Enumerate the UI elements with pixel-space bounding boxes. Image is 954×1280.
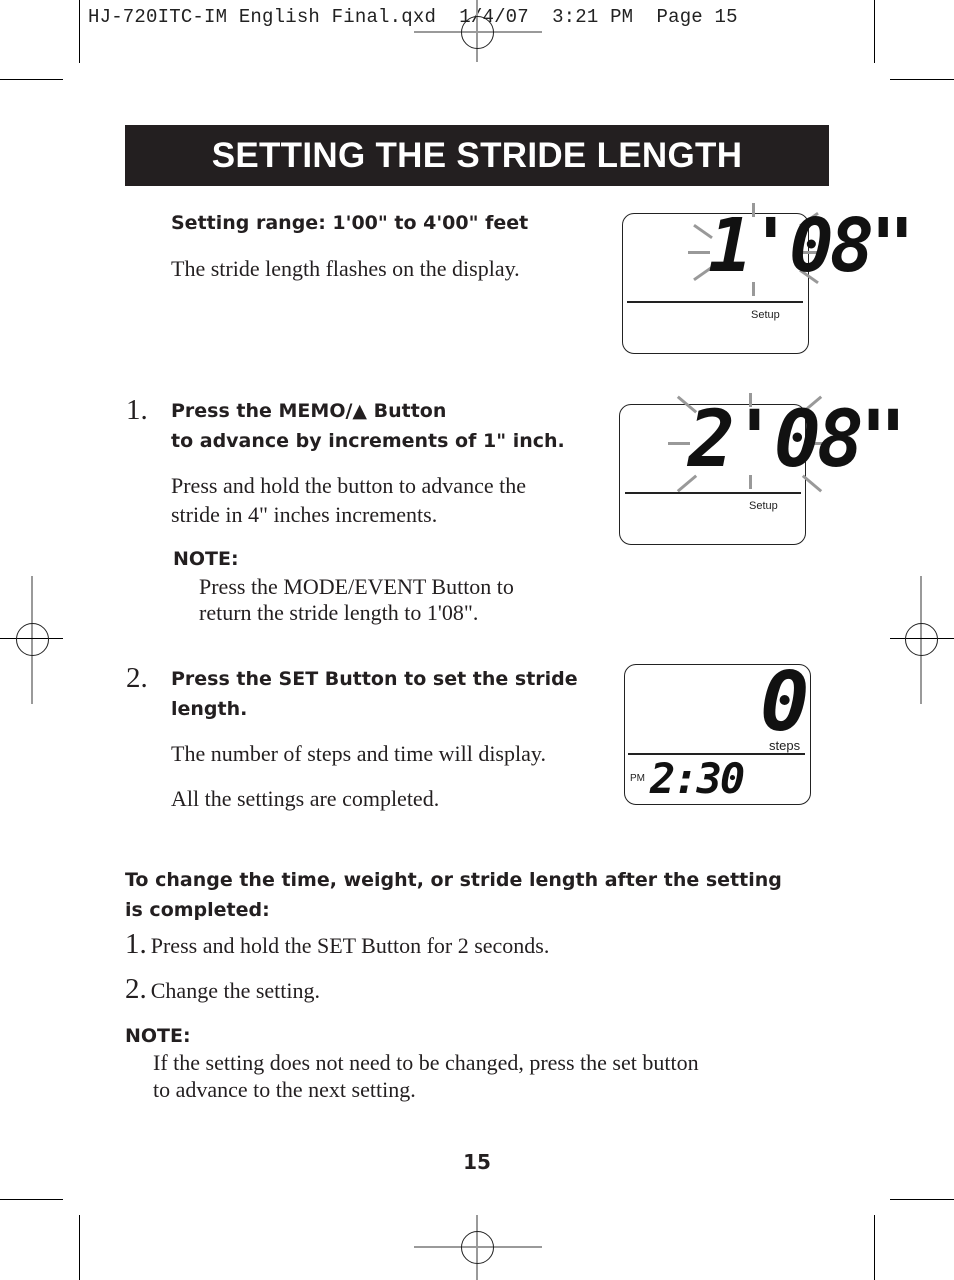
change-item-1: 1. Press and hold the SET Button for 2 s… <box>125 928 549 961</box>
change-heading-line2: is completed: <box>125 899 270 921</box>
lcd-2-label: Setup <box>749 500 778 512</box>
step-2-body-line1: The number of steps and time will displa… <box>171 741 546 766</box>
change-item-2: 2. Change the setting. <box>125 973 320 1006</box>
crop-mark <box>79 0 80 63</box>
step-1-heading-line1: Press the MEMO/▲ Button <box>171 400 447 422</box>
change-note-line1: If the setting does not need to be chang… <box>153 1050 699 1075</box>
lcd-3-time: 2:30 <box>650 754 745 803</box>
change-item-2-text: Change the setting. <box>150 978 320 1003</box>
lcd-1-label: Setup <box>751 309 780 321</box>
step-1-number: 1. <box>126 394 148 426</box>
setting-range: Setting range: 1'00" to 4'00" feet <box>171 212 529 234</box>
lcd-2-value: 2'08" <box>688 395 907 485</box>
step-2-heading-line2: length. <box>171 698 248 720</box>
crop-mark <box>874 1215 875 1280</box>
crop-mark <box>874 0 875 63</box>
page-number: 15 <box>463 1150 491 1174</box>
crop-mark <box>0 79 63 80</box>
change-heading-line1: To change the time, weight, or stride le… <box>125 869 782 891</box>
step-1-note-line1: Press the MODE/EVENT Button to <box>199 574 514 599</box>
change-item-2-number: 2. <box>125 973 147 1005</box>
change-note-label: NOTE: <box>125 1025 191 1047</box>
step-2-number: 2. <box>126 662 148 694</box>
step-2-heading-line1: Press the SET Button to set the stride <box>171 668 578 690</box>
lcd-3-steps-value: 0 <box>760 655 809 750</box>
crop-mark <box>0 1199 63 1200</box>
step-1-note-line2: return the stride length to 1'08". <box>199 600 479 625</box>
step-1-body-line2: stride in 4" inches increments. <box>171 502 438 527</box>
flash-text: The stride length flashes on the display… <box>171 256 520 281</box>
lcd-3-steps-label: steps <box>769 738 801 753</box>
lcd-3-ampm: PM <box>630 773 645 784</box>
step-1-note-label: NOTE: <box>173 548 239 570</box>
change-item-1-text: Press and hold the SET Button for 2 seco… <box>150 933 550 958</box>
step-1-heading-line2: to advance by increments of 1" inch. <box>171 430 565 452</box>
change-item-1-number: 1. <box>125 928 147 960</box>
crop-mark <box>79 1215 80 1280</box>
page-title: SETTING THE STRIDE LENGTH <box>125 125 829 186</box>
crop-mark <box>890 79 954 80</box>
step-1-body-line1: Press and hold the button to advance the <box>171 473 526 498</box>
change-note-line2: to advance to the next setting. <box>153 1077 416 1102</box>
lcd-1-value: 1'08" <box>708 203 915 289</box>
file-slug: HJ-720ITC-IM English Final.qxd 1/4/07 3:… <box>88 6 738 28</box>
crop-mark <box>890 1199 954 1200</box>
step-2-body-line2: All the settings are completed. <box>171 786 440 811</box>
